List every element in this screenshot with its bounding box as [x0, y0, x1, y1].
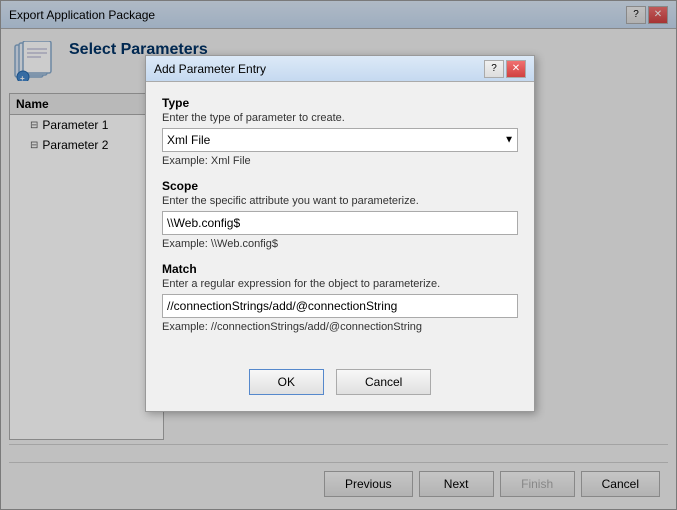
scope-description: Enter the specific attribute you want to… — [162, 195, 518, 207]
modal-title: Add Parameter Entry — [154, 62, 482, 76]
match-example: Example: //connectionStrings/add/@connec… — [162, 321, 518, 333]
modal-body: Type Enter the type of parameter to crea… — [146, 82, 534, 359]
scope-example: Example: \\Web.config$ — [162, 238, 518, 250]
ok-button[interactable]: OK — [249, 369, 324, 395]
type-select[interactable]: Xml File Connection String Registry — [162, 128, 518, 152]
modal-overlay: Add Parameter Entry ? ✕ Type Enter the t… — [0, 0, 677, 510]
modal-footer: OK Cancel — [146, 359, 534, 411]
modal-titlebar: Add Parameter Entry ? ✕ — [146, 56, 534, 82]
scope-label: Scope — [162, 179, 518, 193]
scope-input[interactable] — [162, 211, 518, 235]
type-label: Type — [162, 96, 518, 110]
type-select-wrapper: Xml File Connection String Registry ▼ — [162, 128, 518, 152]
match-input[interactable] — [162, 294, 518, 318]
modal-help-button[interactable]: ? — [484, 60, 504, 78]
match-section: Match Enter a regular expression for the… — [162, 262, 518, 333]
modal-dialog: Add Parameter Entry ? ✕ Type Enter the t… — [145, 55, 535, 412]
scope-section: Scope Enter the specific attribute you w… — [162, 179, 518, 250]
modal-close-button[interactable]: ✕ — [506, 60, 526, 78]
modal-cancel-button[interactable]: Cancel — [336, 369, 431, 395]
outer-wrapper: Export Application Package ? ✕ + — [0, 0, 677, 510]
type-description: Enter the type of parameter to create. — [162, 112, 518, 124]
match-description: Enter a regular expression for the objec… — [162, 278, 518, 290]
match-label: Match — [162, 262, 518, 276]
type-section: Type Enter the type of parameter to crea… — [162, 96, 518, 167]
type-example: Example: Xml File — [162, 155, 518, 167]
